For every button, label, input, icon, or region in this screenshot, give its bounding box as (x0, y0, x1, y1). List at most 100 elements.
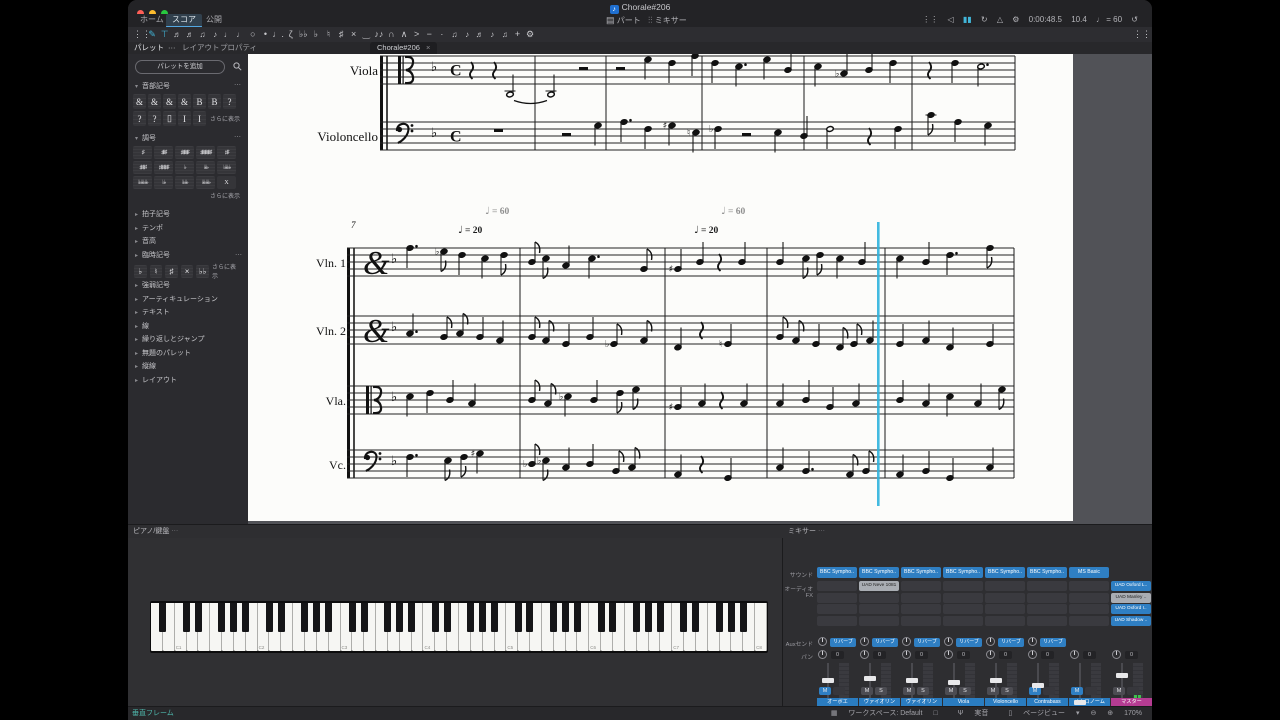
treble-clef-thumb[interactable]: & (148, 94, 161, 109)
mute-button[interactable]: M (903, 687, 915, 695)
pan-knob[interactable] (1112, 650, 1121, 659)
piano-panel-header[interactable]: ピアノ/鍵盤 ⋯ (133, 525, 178, 538)
piano-key-black[interactable] (656, 603, 664, 632)
zoom-level[interactable]: 170% (1124, 710, 1142, 717)
audio-fx-slot[interactable] (1069, 615, 1109, 626)
key-signature-thumb-7#[interactable]: ♯♯♯♯♯♯♯ (196, 146, 215, 159)
solo-button[interactable] (1085, 687, 1097, 695)
sound-select-button[interactable]: BBC Sympho.. (817, 567, 857, 578)
piano-key-black[interactable] (431, 603, 439, 632)
sound-select-button[interactable]: MS Basic (1069, 567, 1109, 578)
cancel-key-signature-thumb[interactable]: X (217, 176, 236, 189)
show-more-link[interactable]: さらに表示 (212, 262, 239, 280)
pan-knob[interactable] (1070, 650, 1079, 659)
sound-select-button[interactable]: BBC Sympho.. (901, 567, 941, 578)
audio-fx-slot[interactable]: UAD Oxford I.. (1111, 604, 1151, 614)
close-tab-icon[interactable]: × (426, 43, 430, 52)
palette-item-テンポ[interactable]: ▸ テンポ (128, 222, 248, 235)
piano-key-black[interactable] (633, 603, 641, 632)
mixer-button[interactable]: ⫶⫶ ミキサー (648, 15, 687, 26)
tab-home[interactable]: ホーム (134, 14, 170, 26)
pan-knob[interactable] (860, 650, 869, 659)
key-signature-thumb-5b[interactable]: ♭♭♭♭♭ (217, 161, 236, 174)
audio-fx-slot[interactable] (1027, 615, 1067, 626)
reverb-button[interactable]: リバーブ (956, 638, 982, 647)
piano-key-black[interactable] (727, 603, 735, 632)
show-more-link[interactable]: さらに表示 (210, 114, 240, 123)
piano-keyboard[interactable]: C1 C2 C3 C4 C5 C6 C7 C8 (150, 601, 768, 653)
palette-item-無題のパレット[interactable]: ▸ 無題のパレット (128, 347, 248, 360)
key-signature-thumb-5#[interactable]: ♯♯♯♯♯ (175, 146, 194, 159)
audio-fx-slot[interactable]: UAD Manley .. (1111, 592, 1151, 603)
double-flat-icon[interactable]: ♭♭ (297, 27, 310, 42)
aux-send-knob[interactable] (986, 637, 995, 646)
note-32-icon[interactable]: ♬ (183, 27, 196, 42)
reverb-button[interactable]: リバーブ (1040, 638, 1066, 647)
note-16-icon[interactable]: ♫ (196, 27, 209, 42)
key-signature-thumb-2b[interactable]: ♭♭ (154, 176, 173, 189)
key-signature-thumb-3b[interactable]: ♭♭♭ (196, 161, 215, 174)
pan-knob[interactable] (986, 650, 995, 659)
fader-handle[interactable] (906, 678, 918, 684)
treble-clef-thumb[interactable]: & (178, 94, 191, 109)
piano-key-black[interactable] (265, 603, 273, 632)
tuplet-icon[interactable]: ♪♪ (372, 27, 385, 42)
note-half-icon[interactable]: ♩ (234, 27, 247, 42)
playback-settings-button[interactable]: ⚙ (1012, 15, 1019, 24)
palette-item-縦線[interactable]: ▸ 縦線 (128, 360, 248, 373)
flat-icon[interactable]: ♭ (309, 27, 322, 42)
piano-key-black[interactable] (384, 603, 392, 632)
view-mode-select[interactable]: ▯ ページビュー ▾ (999, 710, 1079, 717)
key-signature-thumb-1b[interactable]: ♭ (175, 161, 194, 174)
solo-button[interactable]: S (875, 687, 887, 695)
fader-handle[interactable] (1116, 672, 1128, 678)
solo-button[interactable]: S (1001, 687, 1013, 695)
piano-key-black[interactable] (467, 603, 475, 632)
mute-button[interactable]: M (987, 687, 999, 695)
solo-button[interactable] (1043, 687, 1055, 695)
key-signature-thumb-3#[interactable]: ♯♯♯ (154, 146, 173, 159)
piano-key-black[interactable] (644, 603, 652, 632)
metronome-button[interactable]: △ (997, 15, 1003, 24)
piano-key-black[interactable] (716, 603, 723, 632)
audio-fx-slot[interactable] (817, 604, 857, 614)
perc-clef-thumb[interactable]: ▯ (163, 111, 176, 126)
toolbar-drag-handle-icon[interactable]: ⋮⋮ (1133, 27, 1151, 42)
solo-button[interactable] (1127, 687, 1139, 695)
dotted-note-icon[interactable]: ♩. (272, 27, 285, 42)
note-input-pencil-icon[interactable]: ✎ (146, 27, 159, 42)
fader-handle[interactable] (948, 679, 960, 685)
mute-button[interactable]: M (1113, 687, 1125, 695)
bass-clef-thumb[interactable]: ? (133, 111, 146, 126)
audio-fx-slot[interactable] (943, 604, 983, 614)
alto-clef-thumb[interactable]: B (208, 94, 221, 109)
palette-item-音高[interactable]: ▸ 音高 (128, 235, 248, 248)
mute-button[interactable]: M (819, 687, 831, 695)
audio-fx-slot[interactable]: UAD Neve 1081 (859, 581, 899, 591)
augmentation-dot-icon[interactable]: • (259, 27, 272, 42)
sound-select-button[interactable]: BBC Sympho.. (1027, 567, 1067, 578)
rewind-button[interactable]: ◁ (947, 15, 953, 24)
note-anchor-icon[interactable]: ⊤ (158, 27, 171, 42)
beam-64-icon[interactable]: ♪ (486, 27, 499, 42)
pause-button[interactable]: ▮▮ (963, 15, 972, 24)
concert-pitch-toggle[interactable]: Ψ 実音 (949, 710, 989, 717)
audio-fx-slot[interactable] (943, 592, 983, 603)
loop-marker-icon[interactable]: □ (933, 710, 937, 717)
sound-select-button[interactable]: BBC Sympho.. (859, 567, 899, 578)
mute-button[interactable]: M (945, 687, 957, 695)
treble-clef-thumb[interactable]: & (133, 94, 146, 109)
audio-fx-slot[interactable] (901, 604, 941, 614)
mute-button[interactable]: M (1029, 687, 1041, 695)
note-8-icon[interactable]: ♪ (209, 27, 222, 42)
piano-key-black[interactable] (443, 603, 451, 632)
tenuto-icon[interactable]: − (423, 27, 436, 42)
piano-key-black[interactable] (277, 603, 285, 632)
piano-key-black[interactable] (490, 603, 498, 632)
audio-fx-slot[interactable] (817, 615, 857, 626)
key-signature-thumb-6b[interactable]: ♭♭♭♭♭♭ (196, 176, 215, 189)
customize-toolbar-icon[interactable]: ⚙ (524, 27, 537, 42)
pan-knob[interactable] (818, 650, 827, 659)
beam-start-icon[interactable]: ♫ (448, 27, 461, 42)
palettes-overflow-icon[interactable]: ⋯ (168, 42, 176, 54)
